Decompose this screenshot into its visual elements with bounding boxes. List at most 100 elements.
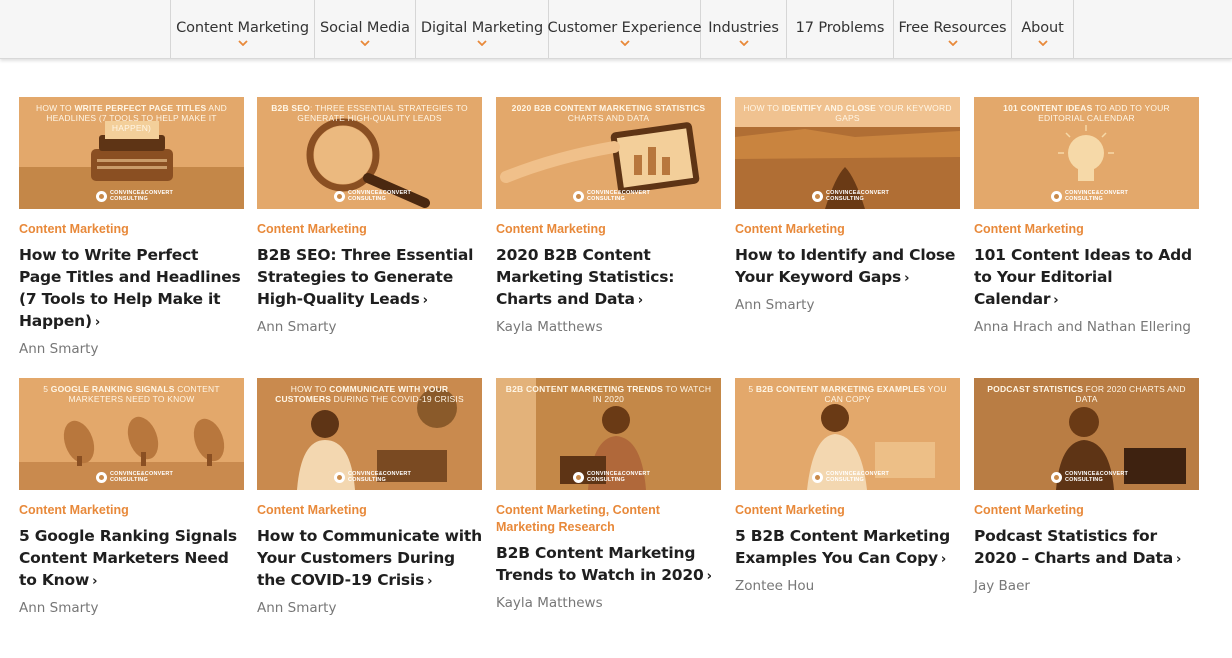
woman-writing-image[interactable]: 5 B2B content marketing examples you can… — [735, 378, 960, 490]
thumbnail-caption: Podcast statistics for 2020 charts and d… — [987, 384, 1186, 404]
chevron-right-icon: › — [940, 552, 947, 567]
nav-item-label: About — [1021, 20, 1064, 36]
magnifying-glass-image[interactable]: B2B SEO: three essential strategies to g… — [257, 97, 482, 209]
logo-mark-icon — [812, 190, 823, 202]
logo-mark-icon — [96, 190, 107, 202]
nav-item-customer-experience[interactable]: Customer Experience — [547, 0, 702, 58]
logo-wordmark: CONVINCE&CONVERT CONSULTING — [110, 190, 174, 202]
chevron-down-icon — [738, 40, 749, 46]
post-title-link[interactable]: 2020 B2B Content Marketing Statistics: C… — [496, 244, 721, 312]
post-title-link[interactable]: B2B SEO: Three Essential Strategies to G… — [257, 244, 482, 312]
post-author: Kayla Matthews — [496, 595, 603, 611]
nav-item-free-resources[interactable]: Free Resources — [894, 0, 1012, 58]
thumbnail-caption: 101 content ideas to add to your editori… — [1003, 103, 1170, 123]
logo-wordmark: CONVINCE&CONVERT CONSULTING — [1065, 190, 1129, 202]
nav-item-label: Customer Experience — [547, 20, 702, 36]
post-title-text: How to Communicate with Your Customers D… — [257, 527, 482, 589]
chevron-down-icon — [947, 40, 958, 46]
post-card: How to identify and close your keyword g… — [735, 97, 960, 315]
thumbnail-caption: How to write perfect page titles and hea… — [36, 103, 227, 133]
thumbnail-caption: B2B SEO: three essential strategies to g… — [271, 103, 468, 123]
brand-logo: CONVINCE&CONVERT CONSULTING — [573, 471, 650, 483]
post-title-link[interactable]: 5 Google Ranking Signals Content Markete… — [19, 525, 244, 593]
chevron-down-icon — [619, 40, 630, 46]
post-category-link[interactable]: Content Marketing — [735, 502, 960, 519]
nav-item-label: Digital Marketing — [420, 20, 544, 36]
nav-item-label: Content Marketing — [176, 20, 309, 36]
post-category-link[interactable]: Content Marketing — [19, 502, 244, 519]
logo-wordmark: CONVINCE&CONVERT CONSULTING — [587, 190, 651, 202]
post-author: Kayla Matthews — [496, 319, 603, 335]
thumbnail-caption: 5 B2B content marketing examples you can… — [748, 384, 947, 404]
nav-item-social-media[interactable]: Social Media — [315, 0, 416, 58]
nav-item-about[interactable]: About — [1012, 0, 1074, 58]
post-category-link[interactable]: Content Marketing — [496, 221, 721, 238]
nav-item-17-problems[interactable]: 17 Problems — [787, 0, 894, 58]
post-title-text: How to Identify and Close Your Keyword G… — [735, 246, 956, 286]
brand-logo: CONVINCE&CONVERT CONSULTING — [1051, 471, 1128, 483]
post-category-link[interactable]: Content Marketing — [735, 221, 960, 238]
thumbnail-caption: 5 Google ranking signals content markete… — [43, 384, 220, 404]
chevron-right-icon: › — [1053, 293, 1059, 308]
woman-coffee-image[interactable]: B2B content marketing trends to watch in… — [496, 378, 721, 490]
post-author: Ann Smarty — [735, 297, 815, 313]
logo-mark-icon — [334, 190, 345, 202]
post-title-link[interactable]: 5 B2B Content Marketing Examples You Can… — [735, 525, 960, 571]
man-headphones-image[interactable]: Podcast statistics for 2020 charts and d… — [974, 378, 1199, 490]
post-title-link[interactable]: 101 Content Ideas to Add to Your Editori… — [974, 244, 1199, 312]
logo-mark-icon — [573, 471, 584, 483]
nav-item-digital-marketing[interactable]: Digital Marketing — [416, 0, 549, 58]
post-title-link[interactable]: How to Write Perfect Page Titles and Hea… — [19, 244, 244, 334]
chevron-right-icon: › — [92, 574, 98, 589]
nav-item-industries[interactable]: Industries — [701, 0, 787, 58]
logo-wordmark: CONVINCE&CONVERT CONSULTING — [348, 471, 412, 483]
nav-item-label: Industries — [708, 20, 779, 36]
logo-wordmark: CONVINCE&CONVERT CONSULTING — [587, 471, 651, 483]
post-author: Ann Smarty — [19, 341, 99, 357]
post-card: How to write perfect page titles and hea… — [19, 97, 244, 359]
nav-item-label: Free Resources — [898, 20, 1007, 36]
canyon-image[interactable]: How to identify and close your keyword g… — [735, 97, 960, 209]
thumbnail-caption: 2020 B2B content marketing statistics ch… — [511, 103, 706, 123]
brand-logo: CONVINCE&CONVERT CONSULTING — [96, 190, 173, 202]
post-title-text: B2B SEO: Three Essential Strategies to G… — [257, 246, 474, 308]
brand-logo: CONVINCE&CONVERT CONSULTING — [334, 471, 411, 483]
logo-wordmark: CONVINCE&CONVERT CONSULTING — [826, 190, 890, 202]
brand-logo: CONVINCE&CONVERT CONSULTING — [812, 471, 889, 483]
chevron-right-icon: › — [94, 315, 101, 330]
post-card: B2B content marketing trends to watch in… — [496, 378, 721, 613]
post-category-link[interactable]: Content Marketing — [19, 221, 244, 238]
post-category-link[interactable]: Content Marketing — [974, 221, 1199, 238]
satellite-dishes-image[interactable]: 5 Google ranking signals content markete… — [19, 378, 244, 490]
logo-wordmark: CONVINCE&CONVERT CONSULTING — [826, 471, 890, 483]
thumbnail-caption: How to communicate with your customers d… — [275, 384, 464, 404]
post-category-link[interactable]: Content Marketing, Content Marketing Res… — [496, 502, 721, 536]
typewriter-image[interactable]: How to write perfect page titles and hea… — [19, 97, 244, 209]
logo-mark-icon — [96, 471, 107, 483]
post-title-text: 5 B2B Content Marketing Examples You Can… — [735, 527, 950, 567]
chevron-down-icon — [477, 40, 487, 46]
lightbulb-image[interactable]: 101 content ideas to add to your editori… — [974, 97, 1199, 209]
nav-item-content-marketing[interactable]: Content Marketing — [171, 0, 315, 58]
post-title-link[interactable]: How to Identify and Close Your Keyword G… — [735, 244, 960, 290]
tablet-chart-image[interactable]: 2020 B2B content marketing statistics ch… — [496, 97, 721, 209]
post-title-text: 101 Content Ideas to Add to Your Editori… — [974, 246, 1192, 308]
chevron-down-icon — [360, 40, 370, 46]
post-title-text: 5 Google Ranking Signals Content Markete… — [19, 527, 237, 589]
chevron-right-icon: › — [637, 293, 643, 308]
logo-mark-icon — [334, 471, 345, 483]
logo-mark-icon — [573, 190, 584, 202]
chevron-down-icon — [1037, 40, 1048, 46]
logo-wordmark: CONVINCE&CONVERT CONSULTING — [348, 190, 412, 202]
logo-mark-icon — [812, 471, 823, 483]
post-title-link[interactable]: How to Communicate with Your Customers D… — [257, 525, 482, 593]
post-category-link[interactable]: Content Marketing — [974, 502, 1199, 519]
post-title-link[interactable]: Podcast Statistics for 2020 – Charts and… — [974, 525, 1199, 571]
post-title-link[interactable]: B2B Content Marketing Trends to Watch in… — [496, 542, 721, 588]
chevron-right-icon: › — [427, 574, 433, 589]
post-category-link[interactable]: Content Marketing — [257, 221, 482, 238]
post-category-link[interactable]: Content Marketing — [257, 502, 482, 519]
post-author: Ann Smarty — [257, 319, 337, 335]
logo-mark-icon — [1051, 471, 1062, 483]
woman-laptop-image[interactable]: How to communicate with your customers d… — [257, 378, 482, 490]
